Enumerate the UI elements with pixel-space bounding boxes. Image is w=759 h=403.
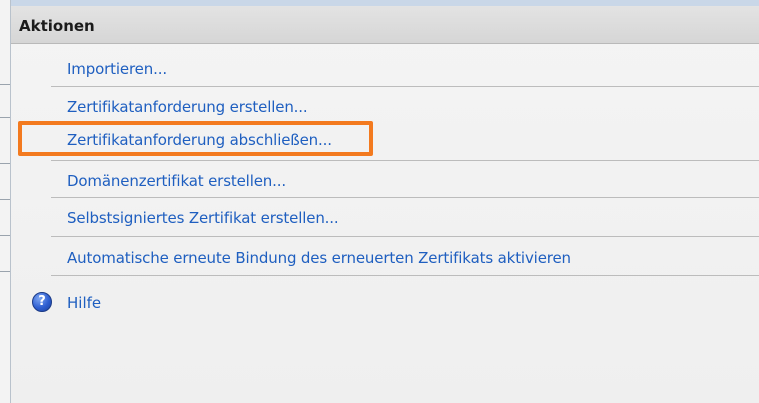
action-help[interactable]: Hilfe [67, 294, 101, 312]
left-pane-separator [0, 199, 10, 200]
actions-pane-header: Aktionen [11, 6, 759, 44]
left-pane-separator [0, 163, 10, 164]
left-pane-separator [0, 117, 10, 118]
action-create-domain-certificate[interactable]: Domänenzertifikat erstellen... [67, 172, 286, 190]
left-pane-separator [0, 235, 10, 236]
action-create-self-signed-certificate[interactable]: Selbstsigniertes Zertifikat erstellen... [67, 209, 339, 227]
action-divider [51, 86, 759, 87]
action-import[interactable]: Importieren... [67, 60, 167, 78]
help-icon[interactable]: ? [32, 292, 52, 312]
left-pane-separator [0, 271, 10, 272]
action-create-certificate-request[interactable]: Zertifikatanforderung erstellen... [67, 98, 308, 116]
action-divider [51, 236, 759, 237]
left-pane-edge [0, 0, 11, 403]
action-divider [51, 197, 759, 198]
actions-pane: Aktionen Importieren... Zertifikatanford… [11, 6, 759, 403]
actions-pane-title: Aktionen [19, 17, 95, 35]
action-divider [51, 275, 759, 276]
highlight-box [18, 121, 373, 156]
action-enable-automatic-rebind[interactable]: Automatische erneute Bindung des erneuer… [67, 249, 571, 267]
left-pane-separator [0, 84, 10, 85]
action-divider [51, 160, 759, 161]
